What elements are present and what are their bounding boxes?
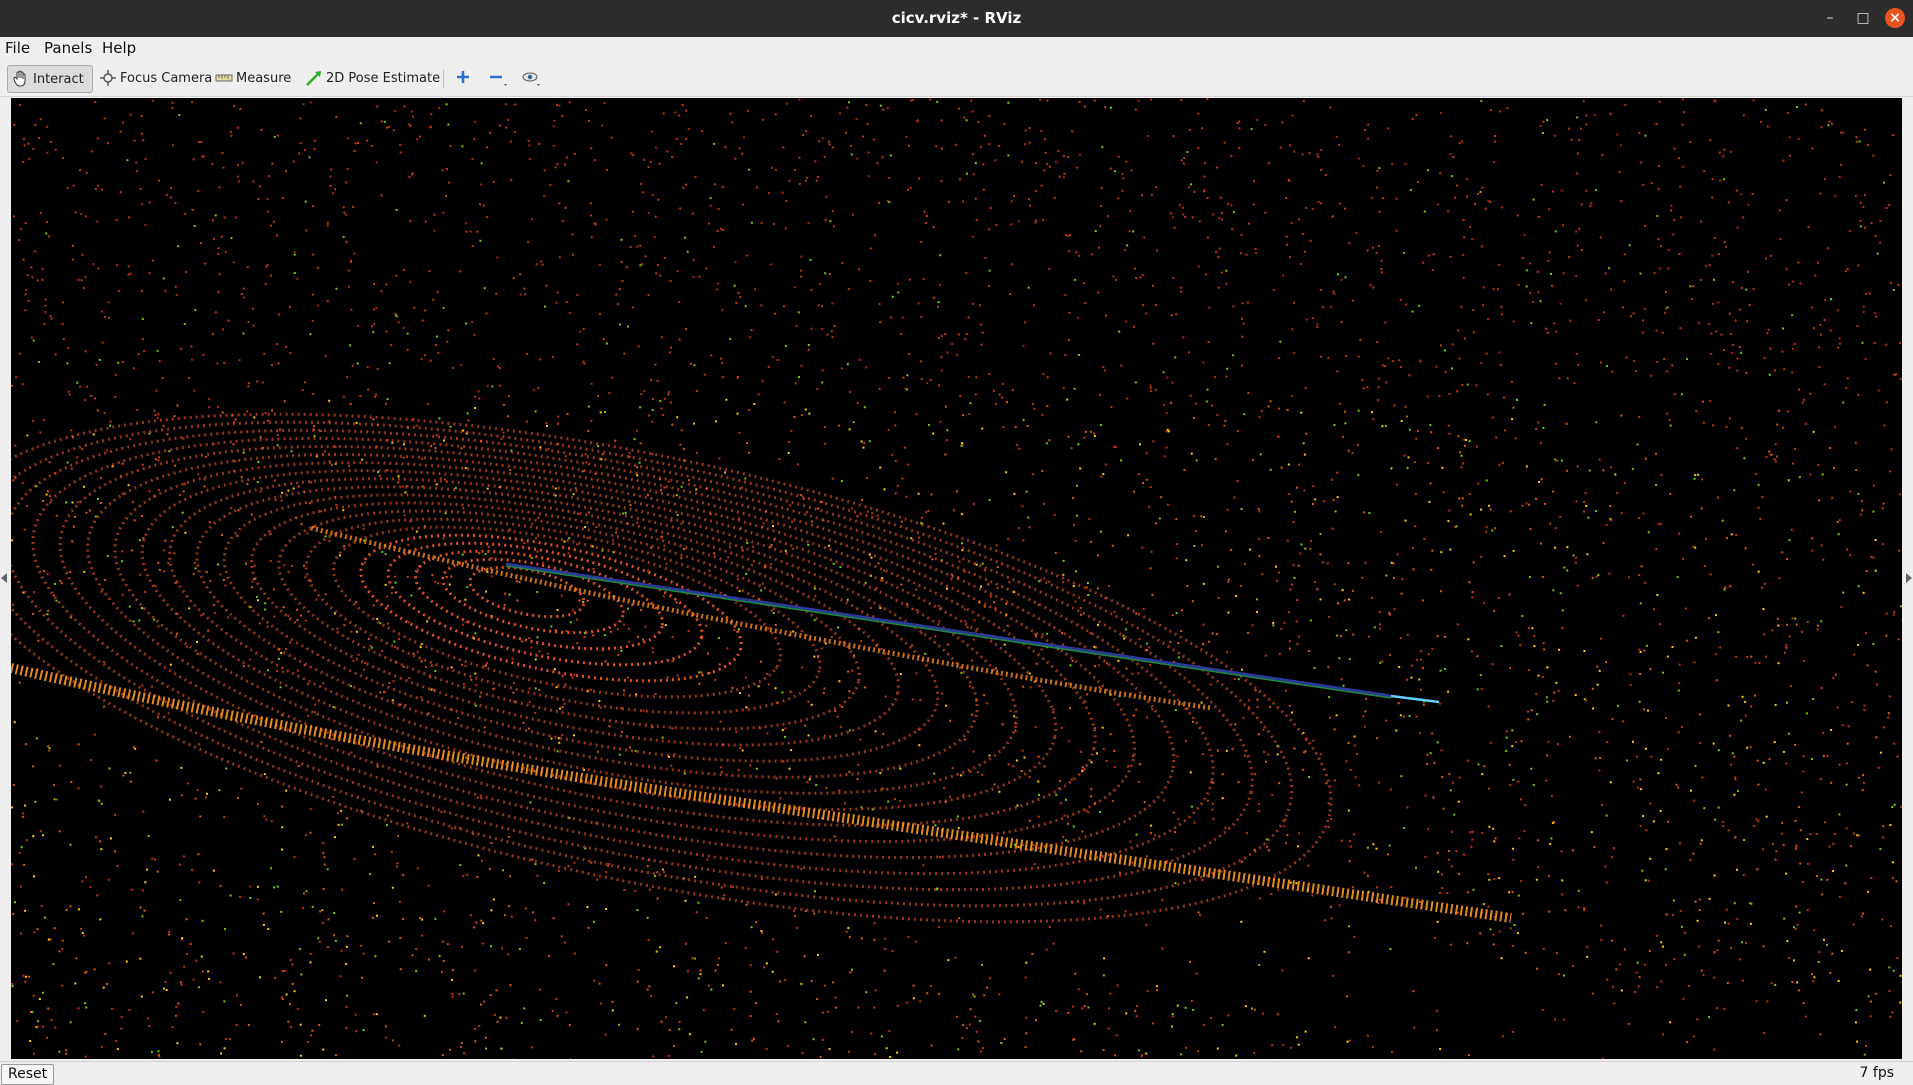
minimize-button[interactable]: –: [1820, 8, 1840, 28]
add-tool-button[interactable]: [451, 67, 479, 89]
remove-tool-button[interactable]: [484, 67, 512, 89]
menu-panels[interactable]: Panels: [44, 39, 92, 57]
planned-path: [506, 564, 1439, 702]
close-button[interactable]: ×: [1885, 8, 1905, 28]
reset-button[interactable]: Reset: [1, 1064, 54, 1085]
lidar-scan-rings: [11, 314, 1374, 1021]
eye-icon: [517, 67, 545, 89]
focus-camera-icon: [99, 69, 117, 87]
pose-estimate-label: 2D Pose Estimate: [326, 71, 440, 86]
window-title: cicv.rviz* - RViz: [0, 9, 1913, 27]
zoom-out-icon: [484, 67, 512, 89]
menu-file[interactable]: File: [5, 39, 30, 57]
left-dock-toggle[interactable]: [1, 573, 7, 583]
point-cloud-points: [11, 98, 1902, 1059]
measure-label: Measure: [236, 71, 291, 86]
hand-icon: [12, 70, 30, 88]
pose-estimate-tool-button[interactable]: 2D Pose Estimate: [301, 65, 440, 91]
close-icon: ×: [1889, 10, 1901, 26]
menu-bar: File Panels Help: [0, 37, 1913, 59]
maximize-button[interactable]: □: [1853, 8, 1873, 28]
status-bar: Reset 7 fps: [0, 1061, 1913, 1085]
interact-tool-button[interactable]: Interact: [7, 65, 93, 93]
fps-readout: 7 fps: [1860, 1065, 1894, 1081]
interact-label: Interact: [33, 72, 84, 87]
right-dock-toggle[interactable]: [1906, 573, 1912, 583]
toolbar: Interact Focus Camera Measure 2D Pose Es…: [0, 59, 1913, 97]
point-cloud-scene: [11, 98, 1902, 1059]
measure-icon: [215, 69, 233, 87]
pose-estimate-icon: [305, 69, 323, 87]
zoom-in-icon: [451, 67, 479, 89]
view-tool-button[interactable]: [517, 67, 545, 89]
focus-camera-tool-button[interactable]: Focus Camera: [95, 65, 212, 91]
measure-tool-button[interactable]: Measure: [211, 65, 291, 91]
focus-camera-label: Focus Camera: [120, 71, 212, 86]
3d-render-viewport[interactable]: [11, 98, 1902, 1059]
menu-help[interactable]: Help: [102, 39, 136, 57]
title-bar: cicv.rviz* - RViz – □ ×: [0, 0, 1913, 37]
toolbar-separator: [443, 70, 444, 88]
